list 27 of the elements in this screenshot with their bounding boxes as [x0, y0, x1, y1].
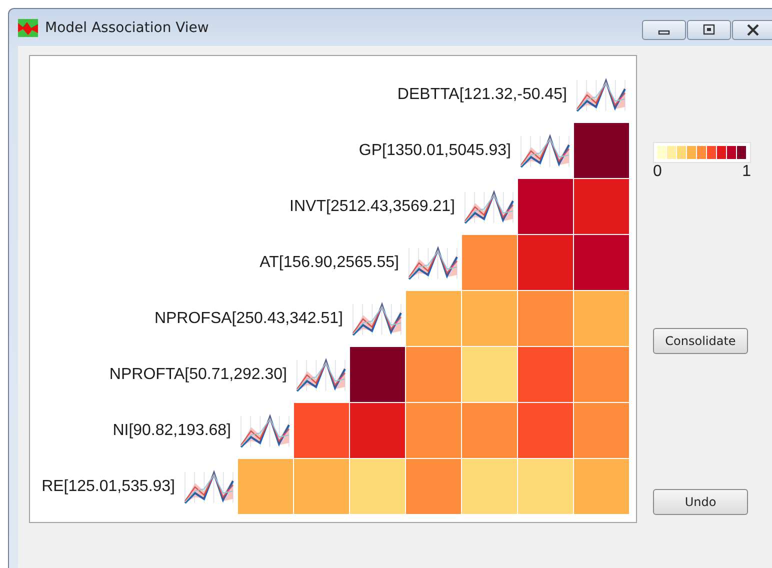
maximize-icon [702, 24, 716, 36]
variable-label: NI[90.82,193.68] [112, 422, 231, 440]
close-button[interactable] [732, 20, 772, 40]
variable-label: AT[156.90,2565.55] [260, 254, 399, 272]
mini-chart-drawing[interactable] [183, 469, 235, 505]
consolidate-button[interactable]: Consolidate [653, 328, 748, 354]
variable-label: NPROFTA[50.71,292.30] [109, 366, 287, 384]
close-icon [744, 24, 760, 36]
mini-chart-drawing[interactable] [463, 189, 515, 225]
mini-chart-drawing[interactable] [575, 77, 627, 113]
scale-min-label: 0 [653, 163, 662, 181]
variable-label: RE[125.01,535.93] [42, 478, 175, 496]
mini-chart-drawing[interactable] [351, 301, 403, 337]
mini-chart-drawing[interactable] [239, 413, 291, 449]
minimize-button[interactable] [642, 20, 686, 40]
variable-label: GP[1350.01,5045.93] [358, 142, 511, 160]
variable-label: NPROFSA[250.43,342.51] [154, 310, 343, 328]
mini-chart-drawing[interactable] [519, 133, 571, 169]
window-title: Model Association View [45, 20, 209, 36]
maximize-button[interactable] [687, 20, 731, 40]
mini-chart-drawing[interactable] [407, 245, 459, 281]
undo-button[interactable]: Undo [653, 489, 748, 515]
variable-label: DEBTTA[121.32,-50.45] [397, 86, 567, 104]
scale-max-label: 1 [742, 163, 751, 181]
variable-label: INVT[2512.43,3569.21] [290, 198, 455, 216]
mini-chart-drawing[interactable] [295, 357, 347, 393]
app-icon [18, 18, 38, 36]
